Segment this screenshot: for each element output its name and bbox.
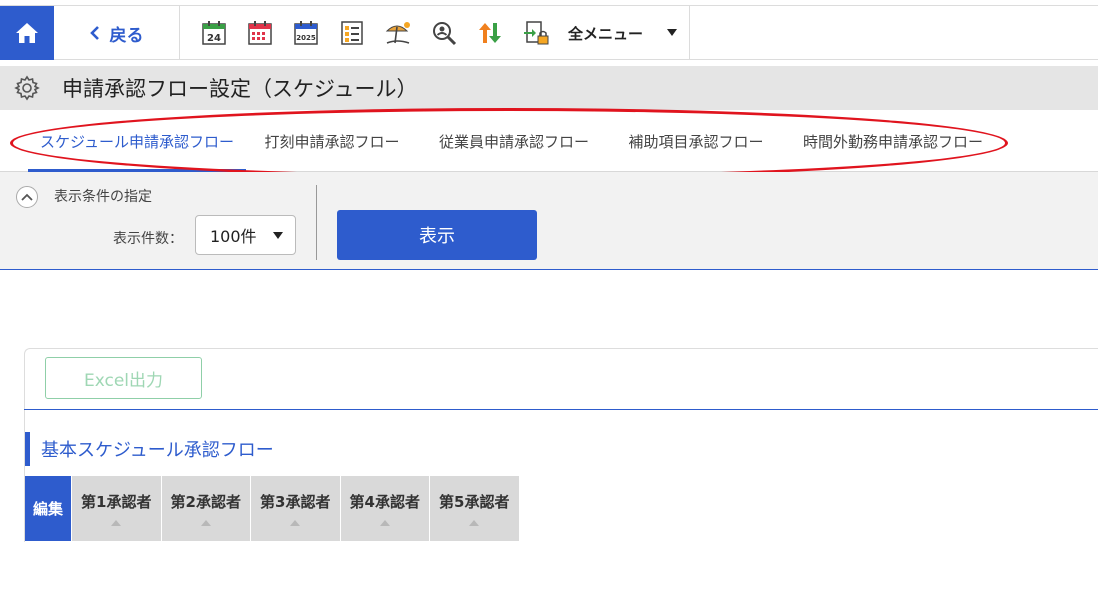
excel-button-label: Excel出力 <box>83 370 164 391</box>
column-header-label: 第4承認者 <box>349 493 420 511</box>
sort-arrows-icon[interactable] <box>472 15 508 51</box>
column-header-label: 第5承認者 <box>439 493 510 511</box>
back-label: 戻る <box>109 25 144 46</box>
collapse-toggle-button[interactable] <box>16 186 38 208</box>
home-icon <box>16 23 38 43</box>
display-conditions-panel <box>0 172 1098 270</box>
caret-down-icon <box>667 29 677 36</box>
search-user-icon[interactable] <box>426 15 462 51</box>
divider <box>316 185 317 260</box>
sort-up-icon <box>379 520 390 526</box>
all-menu-label: 全メニュー <box>568 24 644 43</box>
tab-stamp-flow[interactable]: 打刻申請承認フロー <box>246 110 418 172</box>
sort-up-icon <box>111 520 122 526</box>
column-header-approver-3[interactable]: 第3承認者 <box>250 476 340 541</box>
column-header-approver-2[interactable]: 第2承認者 <box>160 476 250 541</box>
column-header-approver-1[interactable]: 第1承認者 <box>71 476 161 541</box>
flow-tabs: スケジュール申請承認フロー 打刻申請承認フロー 従業員申請承認フロー 補助項目承… <box>0 110 1098 172</box>
conditions-header: 表示条件の指定 <box>54 189 152 205</box>
card-separator <box>24 409 1098 410</box>
count-value: 100件 <box>210 227 257 246</box>
back-button[interactable]: 戻る <box>54 6 180 60</box>
section-title-text: 基本スケジュール承認フロー <box>41 440 274 461</box>
tab-employee-flow[interactable]: 従業員申請承認フロー <box>418 110 610 172</box>
page-title: 申請承認フロー設定（スケジュール） <box>62 77 418 101</box>
tab-overtime-flow[interactable]: 時間外勤務申請承認フロー <box>782 110 1004 172</box>
count-select[interactable]: 100件 <box>195 215 296 255</box>
column-header-label: 第3承認者 <box>260 493 331 511</box>
column-header-approver-4[interactable]: 第4承認者 <box>339 476 429 541</box>
checklist-icon[interactable] <box>334 15 370 51</box>
calendar-grid-icon[interactable] <box>242 15 278 51</box>
column-header-approver-5[interactable]: 第5承認者 <box>429 476 519 541</box>
all-menu-dropdown[interactable]: 全メニュー <box>560 6 690 60</box>
home-button[interactable] <box>0 6 54 60</box>
show-button[interactable]: 表示 <box>337 210 537 260</box>
svg-text:2025: 2025 <box>296 34 316 42</box>
lock-transfer-icon[interactable] <box>518 15 554 51</box>
tab-label: 補助項目承認フロー <box>628 132 764 151</box>
chevron-left-icon <box>89 26 99 40</box>
excel-export-button[interactable]: Excel出力 <box>45 357 202 399</box>
vacation-icon[interactable] <box>380 15 416 51</box>
top-toolbar: 戻る 24 2025 全メニュー <box>0 5 1098 60</box>
page-title-bar: 申請承認フロー設定（スケジュール） <box>0 66 1098 110</box>
calendar-2025-icon[interactable]: 2025 <box>288 15 324 51</box>
tab-label: 従業員申請承認フロー <box>438 132 589 151</box>
column-header-label: 第2承認者 <box>170 493 241 511</box>
tab-label: 打刻申請承認フロー <box>264 132 400 151</box>
tab-schedule-flow[interactable]: スケジュール申請承認フロー <box>28 110 246 172</box>
tab-auxiliary-flow[interactable]: 補助項目承認フロー <box>610 110 782 172</box>
show-button-label: 表示 <box>419 226 455 247</box>
edit-header-label: 編集 <box>32 500 63 518</box>
edit-column-header: 編集 <box>25 476 71 541</box>
shortcut-icons: 24 2025 <box>196 6 554 60</box>
caret-down-icon <box>273 232 283 239</box>
sort-up-icon <box>200 520 211 526</box>
column-header-label: 第1承認者 <box>81 493 152 511</box>
section-title: 基本スケジュール承認フロー <box>25 432 274 466</box>
sort-up-icon <box>290 520 301 526</box>
tab-label: 時間外勤務申請承認フロー <box>802 132 983 151</box>
table-header-row: 編集 第1承認者 第2承認者 第3承認者 第4承認者 第5承認者 <box>25 476 519 541</box>
sort-up-icon <box>469 520 480 526</box>
chevron-up-icon <box>21 193 33 201</box>
svg-text:24: 24 <box>207 33 221 44</box>
tab-label: スケジュール申請承認フロー <box>40 132 234 151</box>
count-label: 表示件数： <box>113 231 183 247</box>
gear-icon <box>14 75 40 101</box>
calendar-24-icon[interactable]: 24 <box>196 15 232 51</box>
